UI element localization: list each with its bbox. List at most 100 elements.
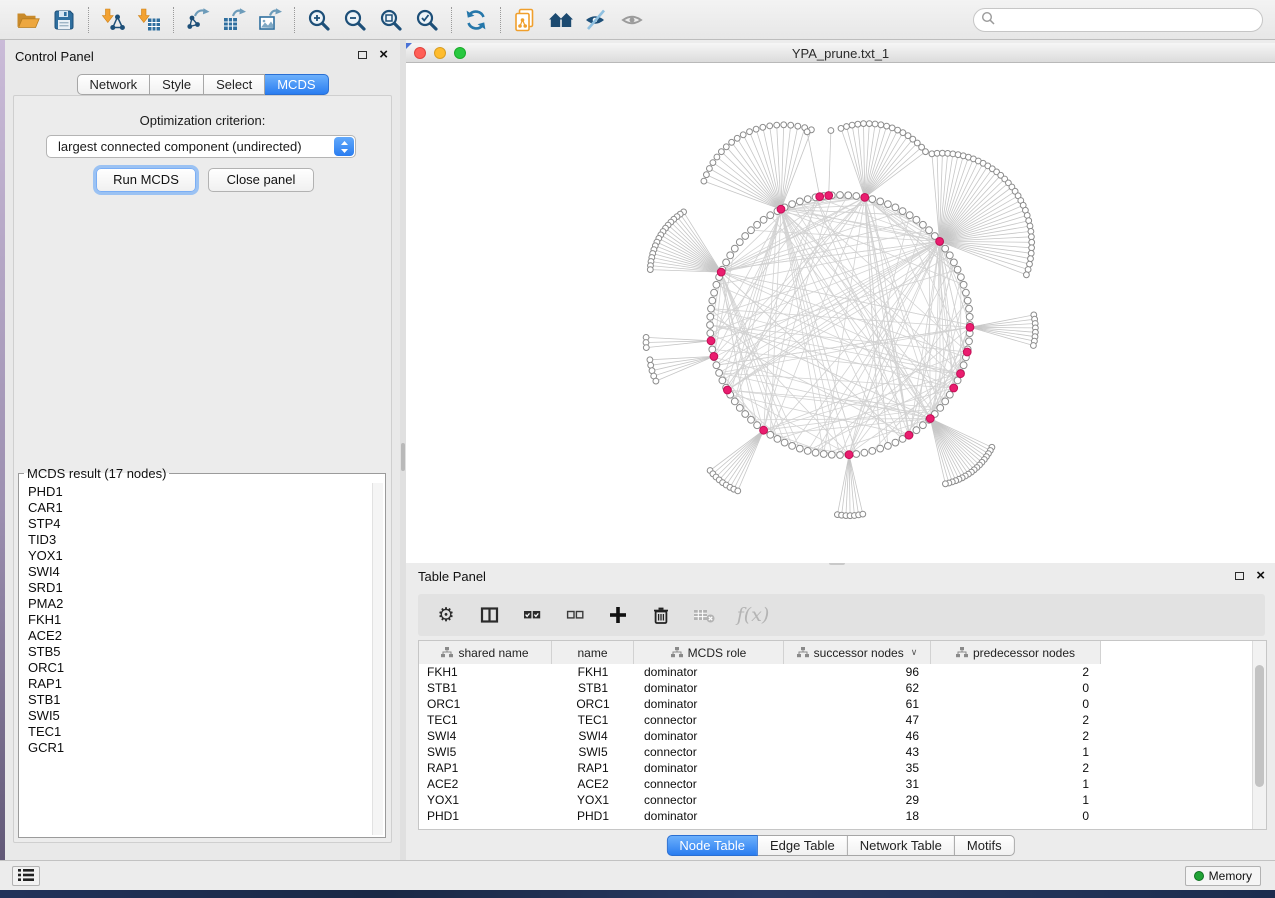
select-all-icon[interactable] xyxy=(520,603,544,627)
hide-selected-icon[interactable] xyxy=(581,4,613,36)
mcds-result-item[interactable]: FKH1 xyxy=(28,612,371,628)
export-table-icon[interactable] xyxy=(218,4,250,36)
footer-tab-node-table[interactable]: Node Table xyxy=(666,835,758,856)
zoom-out-icon[interactable] xyxy=(339,4,371,36)
table-row[interactable]: SWI4SWI4dominator462 xyxy=(419,728,1266,744)
refresh-icon[interactable] xyxy=(460,4,492,36)
mcds-result-item[interactable]: YOX1 xyxy=(28,548,371,564)
close-table-panel-icon[interactable]: × xyxy=(1256,571,1265,581)
table-row[interactable]: YOX1YOX1connector291 xyxy=(419,792,1266,808)
settings-icon[interactable]: ⚙ xyxy=(434,603,458,627)
table-row[interactable]: ORC1ORC1dominator610 xyxy=(419,696,1266,712)
zoom-fit-icon[interactable] xyxy=(375,4,407,36)
mcds-result-item[interactable]: RAP1 xyxy=(28,676,371,692)
import-table-icon[interactable] xyxy=(133,4,165,36)
criterion-dropdown[interactable]: largest connected component (undirected) xyxy=(46,135,356,158)
show-all-icon[interactable] xyxy=(617,4,649,36)
mcds-result-item[interactable]: SWI4 xyxy=(28,564,371,580)
mcds-result-item[interactable]: TEC1 xyxy=(28,724,371,740)
close-panel-button[interactable]: Close panel xyxy=(208,168,314,192)
float-table-panel-icon[interactable] xyxy=(1235,572,1244,580)
cell: FKH1 xyxy=(419,664,552,680)
mcds-result-item[interactable]: STB5 xyxy=(28,644,371,660)
toolbar-separator xyxy=(294,7,295,33)
footer-tab-motifs[interactable]: Motifs xyxy=(955,835,1015,856)
cell: 2 xyxy=(931,712,1101,728)
save-icon[interactable] xyxy=(48,4,80,36)
delete-column-icon[interactable] xyxy=(649,603,673,627)
footer-tab-network-table[interactable]: Network Table xyxy=(848,835,955,856)
task-history-button[interactable] xyxy=(12,866,40,886)
search-input[interactable] xyxy=(973,8,1263,32)
sort-desc-icon[interactable]: ∨ xyxy=(911,647,918,658)
column-header-name[interactable]: name xyxy=(552,641,634,664)
column-label: predecessor nodes xyxy=(973,646,1075,660)
split-columns-icon[interactable] xyxy=(477,603,501,627)
export-network-icon[interactable] xyxy=(182,4,214,36)
memory-label: Memory xyxy=(1209,869,1252,883)
zoom-in-icon[interactable] xyxy=(303,4,335,36)
mcds-result-item[interactable]: SRD1 xyxy=(28,580,371,596)
table-panel: Table Panel × ⚙ f(x) shared namenameMCDS… xyxy=(406,565,1275,860)
mcds-result-item[interactable]: PMA2 xyxy=(28,596,371,612)
export-image-icon[interactable] xyxy=(254,4,286,36)
footer-tab-edge-table[interactable]: Edge Table xyxy=(758,835,848,856)
cell: 1 xyxy=(931,744,1101,760)
cell: RAP1 xyxy=(419,760,552,776)
dropdown-stepper-icon[interactable] xyxy=(334,137,354,156)
column-header-successor-nodes[interactable]: successor nodes∨ xyxy=(784,641,931,664)
cell: dominator xyxy=(634,728,784,744)
tab-select[interactable]: Select xyxy=(204,74,265,95)
mcds-result-item[interactable]: SWI5 xyxy=(28,708,371,724)
table-row[interactable]: SWI5SWI5connector431 xyxy=(419,744,1266,760)
mcds-result-item[interactable]: ACE2 xyxy=(28,628,371,644)
cell: FKH1 xyxy=(552,664,634,680)
import-network-icon[interactable] xyxy=(97,4,129,36)
column-header-MCDS-role[interactable]: MCDS role xyxy=(634,641,784,664)
mcds-result-item[interactable]: TID3 xyxy=(28,532,371,548)
network-window-titlebar[interactable]: YPA_prune.txt_1 xyxy=(406,43,1275,63)
network-graph[interactable] xyxy=(406,63,1275,563)
deselect-all-icon[interactable] xyxy=(563,603,587,627)
add-column-icon[interactable] xyxy=(606,603,630,627)
cell: YOX1 xyxy=(419,792,552,808)
cell: 0 xyxy=(931,696,1101,712)
table-row[interactable]: FKH1FKH1dominator962 xyxy=(419,664,1266,680)
table-scrollbar[interactable] xyxy=(1252,641,1266,829)
column-label: MCDS role xyxy=(688,646,747,660)
function-builder-icon: f(x) xyxy=(735,603,771,627)
table-row[interactable]: ACE2ACE2connector311 xyxy=(419,776,1266,792)
vertical-splitter-handle[interactable] xyxy=(401,443,405,471)
mcds-result-item[interactable]: PHD1 xyxy=(28,484,371,500)
tab-mcds[interactable]: MCDS xyxy=(265,74,328,95)
mcds-result-item[interactable]: STB1 xyxy=(28,692,371,708)
mcds-result-item[interactable]: GCR1 xyxy=(28,740,371,756)
open-folder-icon[interactable] xyxy=(12,4,44,36)
cell: PHD1 xyxy=(419,808,552,824)
network-canvas[interactable] xyxy=(406,63,1275,563)
run-mcds-button[interactable]: Run MCDS xyxy=(96,168,196,192)
clone-network-icon[interactable] xyxy=(509,4,541,36)
control-panel-title: Control Panel xyxy=(15,49,94,64)
cell: SWI5 xyxy=(552,744,634,760)
table-scrollbar-thumb[interactable] xyxy=(1255,665,1264,787)
mcds-list-scrollbar[interactable] xyxy=(372,483,383,835)
table-row[interactable]: STB1STB1dominator620 xyxy=(419,680,1266,696)
tab-style[interactable]: Style xyxy=(150,74,204,95)
table-row[interactable]: TEC1TEC1connector472 xyxy=(419,712,1266,728)
toolbar-separator xyxy=(500,7,501,33)
column-header-predecessor-nodes[interactable]: predecessor nodes xyxy=(931,641,1101,664)
mcds-result-item[interactable]: STP4 xyxy=(28,516,371,532)
table-row[interactable]: PHD1PHD1dominator180 xyxy=(419,808,1266,824)
column-header-shared-name[interactable]: shared name xyxy=(419,641,552,664)
zoom-selected-icon[interactable] xyxy=(411,4,443,36)
tab-network[interactable]: Network xyxy=(76,74,150,95)
cell: RAP1 xyxy=(552,760,634,776)
memory-button[interactable]: Memory xyxy=(1185,866,1261,886)
table-row[interactable]: RAP1RAP1dominator352 xyxy=(419,760,1266,776)
float-panel-icon[interactable] xyxy=(358,51,367,59)
home-icon[interactable] xyxy=(545,4,577,36)
mcds-result-item[interactable]: ORC1 xyxy=(28,660,371,676)
mcds-result-item[interactable]: CAR1 xyxy=(28,500,371,516)
close-panel-icon[interactable]: × xyxy=(379,50,388,60)
